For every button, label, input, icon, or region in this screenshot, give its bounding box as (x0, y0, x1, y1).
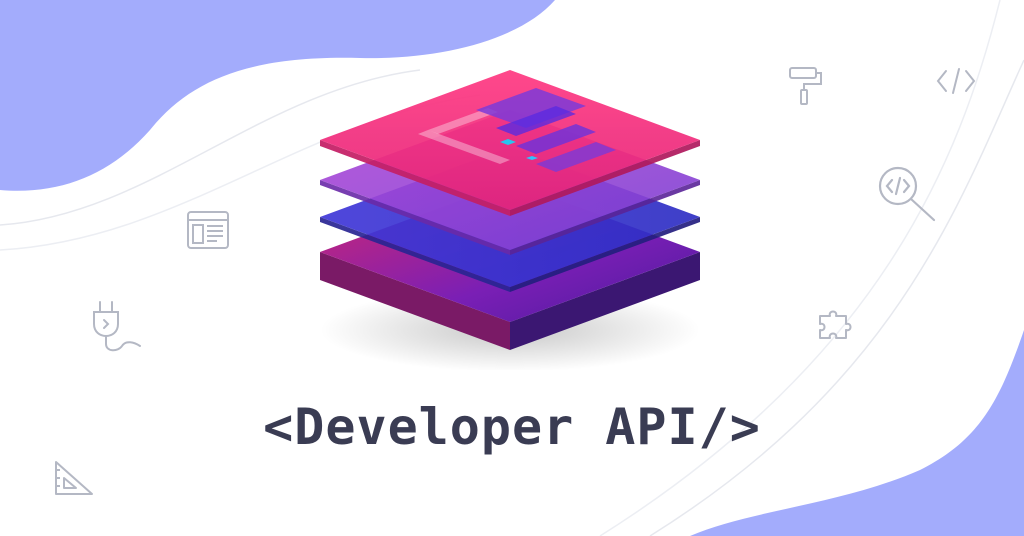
puzzle-piece-icon (819, 310, 852, 339)
code-search-icon (878, 166, 936, 222)
paint-roller-icon (789, 67, 822, 105)
code-brackets-icon (936, 68, 976, 94)
layered-logo-icon (320, 70, 700, 370)
page-title: <Developer API/> (263, 398, 761, 456)
set-square-icon (55, 461, 93, 495)
browser-layout-icon (187, 211, 229, 249)
plug-icon (93, 301, 141, 352)
